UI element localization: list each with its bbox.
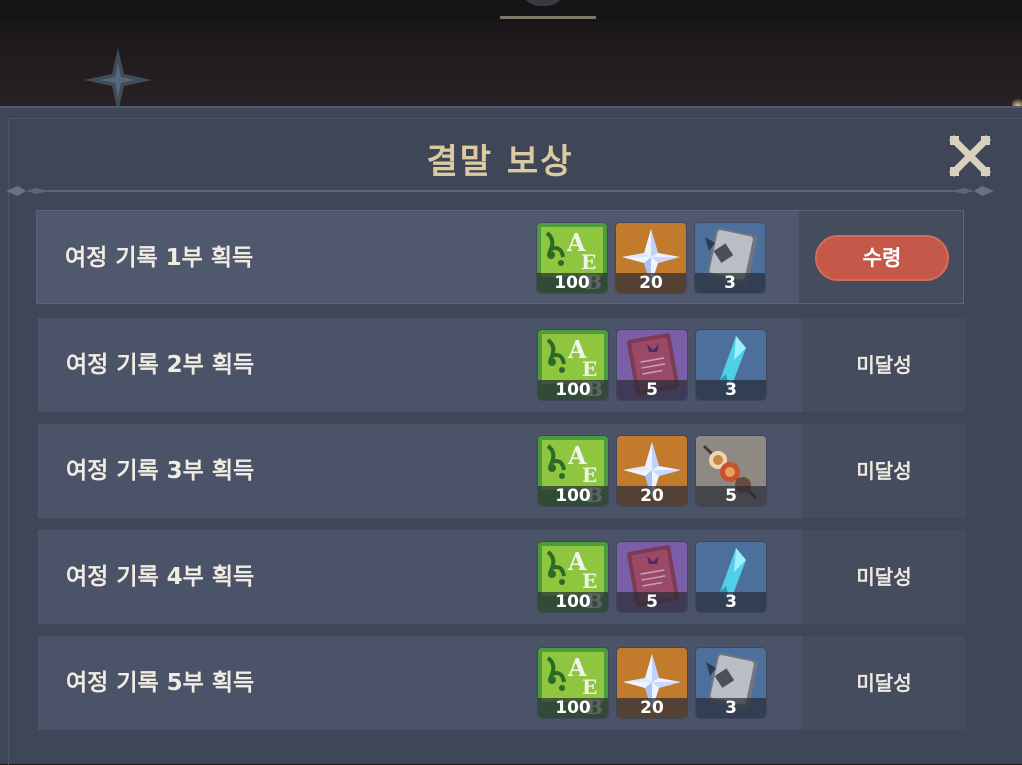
- ending-rewards-dialog: 결말 보상 여정 기록 1부 획득 A E B 100: [0, 106, 1022, 765]
- reward-count: 5: [696, 486, 766, 506]
- reward-item[interactable]: 3: [696, 542, 766, 612]
- row-label: 여정 기록 4부 획득: [66, 564, 255, 590]
- reward-count: 100: [537, 273, 607, 293]
- reward-count: 100: [538, 486, 608, 506]
- dialog-title: 결말 보상: [426, 142, 574, 182]
- reward-item[interactable]: A E B 100: [538, 648, 608, 718]
- status-incomplete: 미달성: [856, 353, 912, 377]
- reward-count: 5: [617, 380, 687, 400]
- reward-item[interactable]: 5: [696, 436, 766, 506]
- reward-items: A E B 100 20 3: [538, 648, 766, 718]
- reward-count: 3: [696, 592, 766, 612]
- row-label: 여정 기록 2부 획득: [66, 352, 255, 378]
- reward-item[interactable]: 20: [616, 223, 686, 293]
- title-divider: [36, 190, 968, 192]
- reward-count: 100: [538, 380, 608, 400]
- decorative-star-icon: [84, 48, 152, 112]
- top-handle-line: [500, 16, 596, 19]
- claim-button[interactable]: 수령: [815, 235, 949, 281]
- reward-items: A E B 100 20 5: [538, 436, 766, 506]
- reward-count: 5: [617, 592, 687, 612]
- close-button[interactable]: [948, 134, 992, 178]
- reward-item[interactable]: 5: [617, 542, 687, 612]
- reward-items: A E B 100 5 3: [538, 330, 766, 400]
- reward-count: 3: [695, 273, 765, 293]
- reward-item[interactable]: 5: [617, 330, 687, 400]
- reward-count: 100: [538, 698, 608, 718]
- reward-count: 3: [696, 698, 766, 718]
- reward-item[interactable]: 3: [696, 648, 766, 718]
- reward-item[interactable]: A E B 100: [538, 542, 608, 612]
- reward-item[interactable]: 20: [617, 436, 687, 506]
- reward-item[interactable]: 20: [617, 648, 687, 718]
- reward-count: 100: [538, 592, 608, 612]
- reward-item[interactable]: 3: [696, 330, 766, 400]
- reward-item[interactable]: A E B 100: [538, 330, 608, 400]
- row-label: 여정 기록 3부 획득: [66, 458, 255, 484]
- reward-row: 여정 기록 2부 획득 A E B 100 5 3 미달성: [38, 318, 966, 412]
- reward-row: 여정 기록 4부 획득 A E B 100 5 3 미달성: [38, 530, 966, 624]
- divider-ornament-icon: [952, 186, 994, 196]
- reward-row: 여정 기록 1부 획득 A E B 100 20 3 수령: [36, 210, 964, 304]
- reward-count: 20: [617, 698, 687, 718]
- row-label: 여정 기록 5부 획득: [66, 670, 255, 696]
- reward-count: 3: [696, 380, 766, 400]
- close-icon: [949, 135, 991, 177]
- reward-row: 여정 기록 3부 획득 A E B 100 20 5 미달성: [38, 424, 966, 518]
- reward-item[interactable]: A E B 100: [538, 436, 608, 506]
- reward-count: 20: [617, 486, 687, 506]
- status-incomplete: 미달성: [856, 671, 912, 695]
- reward-row: 여정 기록 5부 획득 A E B 100 20 3 미달성: [38, 636, 966, 730]
- status-incomplete: 미달성: [856, 459, 912, 483]
- status-incomplete: 미달성: [856, 565, 912, 589]
- reward-count: 20: [616, 273, 686, 293]
- reward-item[interactable]: 3: [695, 223, 765, 293]
- reward-item[interactable]: A E B 100: [537, 223, 607, 293]
- row-label: 여정 기록 1부 획득: [65, 245, 254, 271]
- reward-items: A E B 100 20 3: [537, 223, 765, 293]
- reward-items: A E B 100 5 3: [538, 542, 766, 612]
